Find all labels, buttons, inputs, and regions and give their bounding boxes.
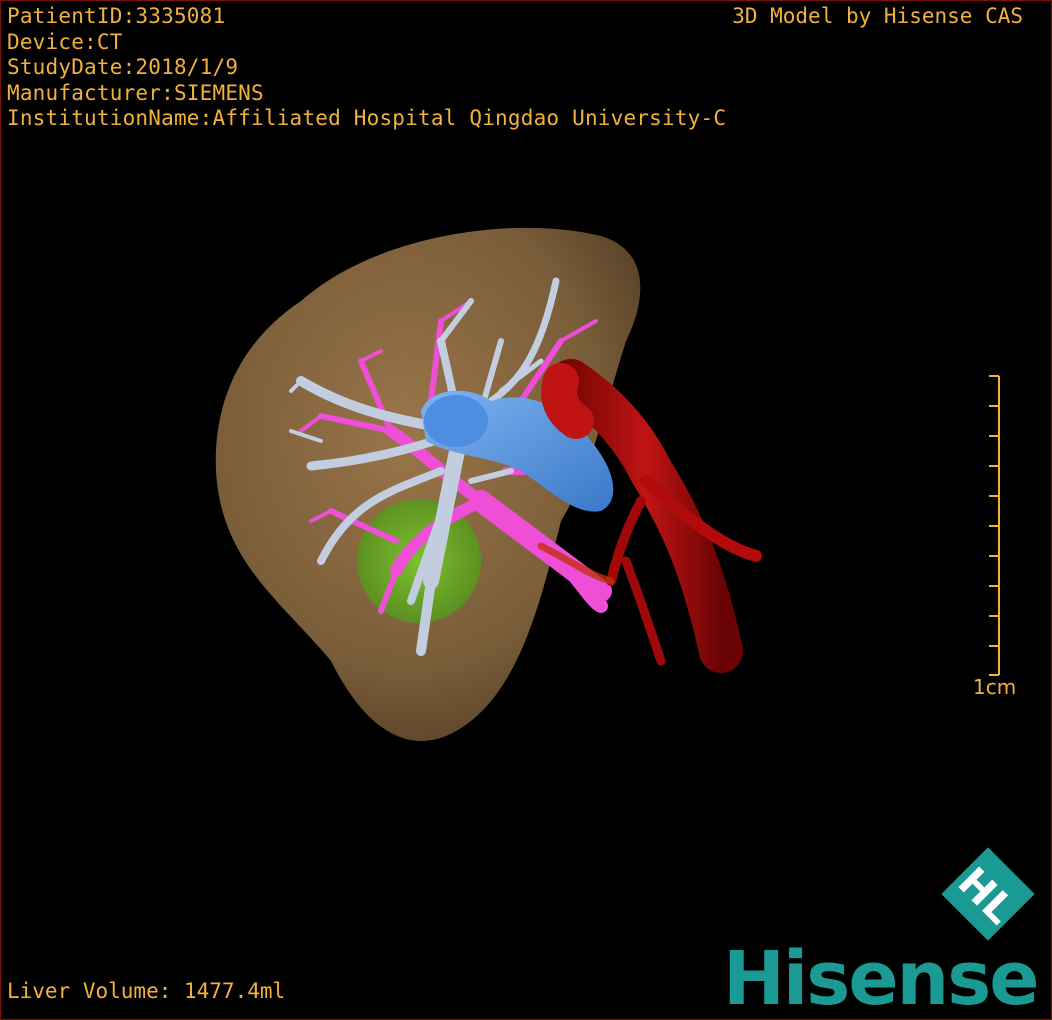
hisense-logo-icon: HL bbox=[941, 847, 1035, 941]
liver-volume: Liver Volume: 1477.4ml bbox=[7, 979, 286, 1003]
patient-id: PatientID:3335081 bbox=[7, 4, 226, 28]
manufacturer: Manufacturer:SIEMENS bbox=[7, 80, 264, 105]
scale-bar bbox=[989, 375, 1000, 676]
3d-viewport[interactable]: PatientID:3335081 Device:CT StudyDate:20… bbox=[0, 0, 1052, 1020]
device: Device:CT bbox=[7, 29, 123, 54]
hisense-wordmark: Hisense bbox=[723, 936, 1039, 1020]
logo-letters: HL bbox=[949, 859, 1023, 933]
study-date: StudyDate:2018/1/9 bbox=[7, 55, 239, 79]
aorta bbox=[537, 359, 762, 673]
institution-name: InstitutionName:Affiliated Hospital Qing… bbox=[7, 106, 727, 130]
dicom-info-overlay: PatientID:3335081 Device:CT StudyDate:20… bbox=[7, 4, 726, 132]
model-credit: 3D Model by Hisense CAS bbox=[732, 4, 1023, 28]
scale-bar-label: 1cm bbox=[973, 675, 1017, 699]
liver-3d-model[interactable] bbox=[1, 1, 1051, 1019]
ivc-junction bbox=[424, 395, 488, 447]
